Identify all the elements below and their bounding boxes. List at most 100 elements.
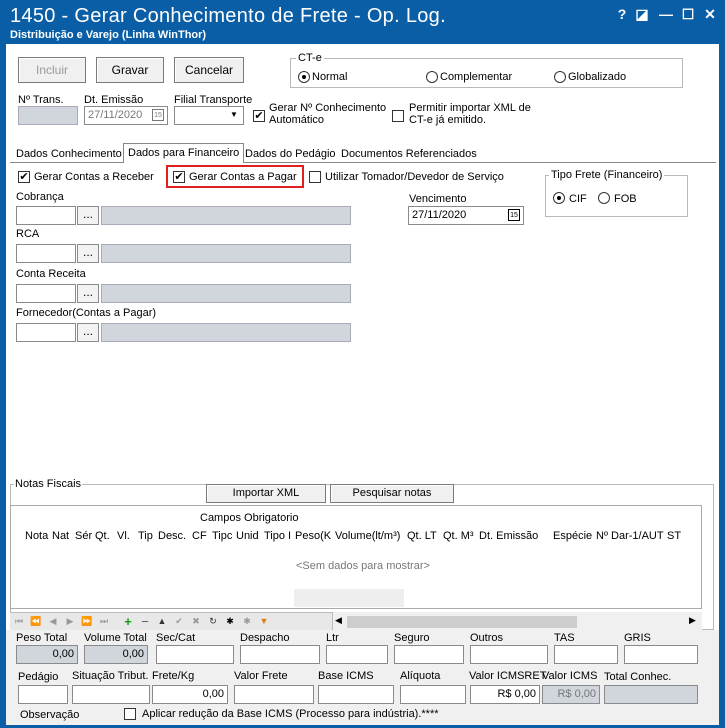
refresh-icon[interactable]: ↻ <box>206 615 220 628</box>
cte-normal-radio[interactable] <box>298 71 310 83</box>
col-qt-lt[interactable]: Qt. LT <box>407 530 437 542</box>
check-icon[interactable]: ✔ <box>172 615 186 628</box>
pedagio-field[interactable] <box>18 685 68 704</box>
cancel-icon[interactable]: ✖ <box>189 615 203 628</box>
nav-prev-page-icon[interactable]: ⏪ <box>29 615 43 628</box>
col-ser[interactable]: Sér <box>75 530 92 542</box>
col-tipc[interactable]: Tipc <box>212 530 232 542</box>
col-vl[interactable]: Vl. <box>117 530 130 542</box>
nav-prev-icon[interactable]: ◀ <box>46 615 60 628</box>
tab-dados-pedagio[interactable]: Dados do Pedágio <box>241 145 340 163</box>
tas-field[interactable] <box>554 645 618 664</box>
tipo-frete-label: Tipo Frete (Financeiro) <box>549 169 665 181</box>
col-unid[interactable]: Unid <box>236 530 259 542</box>
close-button[interactable]: ✕ <box>700 5 720 23</box>
col-nat[interactable]: Nat <box>52 530 69 542</box>
title-bar[interactable]: 1450 - Gerar Conhecimento de Frete - Op.… <box>0 0 725 44</box>
outros-field[interactable] <box>470 645 548 664</box>
nav-last-icon[interactable]: ⏭ <box>97 615 111 628</box>
incluir-button[interactable]: Incluir <box>18 57 86 83</box>
tab-documentos-referenciados[interactable]: Documentos Referenciados <box>337 145 481 163</box>
gravar-button[interactable]: Gravar <box>96 57 164 83</box>
col-especie[interactable]: Espécie <box>553 530 592 542</box>
frete-kg-field[interactable]: 0,00 <box>152 685 228 704</box>
calendar-icon[interactable]: 15 <box>508 209 520 221</box>
permitir-xml-checkbox[interactable] <box>392 110 404 122</box>
fornecedor-search-button[interactable]: ... <box>77 323 99 342</box>
scroll-thumb[interactable] <box>347 616 577 628</box>
rca-code-field[interactable] <box>16 244 76 263</box>
despacho-field[interactable] <box>240 645 320 664</box>
minimize-button[interactable]: — <box>656 5 676 23</box>
gerar-receber-checkbox[interactable]: ✔ <box>18 171 30 183</box>
sec-cat-field[interactable] <box>156 645 234 664</box>
cobranca-search-button[interactable]: ... <box>77 206 99 225</box>
base-icms-field[interactable] <box>318 685 394 704</box>
peso-total-field: 0,00 <box>16 645 78 664</box>
aplicar-reducao-checkbox[interactable] <box>124 708 136 720</box>
col-tipo[interactable]: Tipo I <box>264 530 291 542</box>
scroll-left-icon[interactable]: ◀ <box>335 615 342 626</box>
col-qt[interactable]: Qt. <box>95 530 110 542</box>
pesquisar-notas-button[interactable]: Pesquisar notas <box>330 484 454 503</box>
help-icon[interactable]: ? <box>612 5 632 23</box>
conta-receita-code-field[interactable] <box>16 284 76 303</box>
ltr-field[interactable] <box>326 645 388 664</box>
vencimento-label: Vencimento <box>409 193 467 205</box>
gerar-numero-label: Gerar Nº Conhecimento Automático <box>269 102 387 126</box>
nav-next-icon[interactable]: ▶ <box>63 615 77 628</box>
col-dt-emissao[interactable]: Dt. Emissão <box>479 530 538 542</box>
scroll-right-icon[interactable]: ▶ <box>689 615 696 626</box>
nav-first-icon[interactable]: ⏮ <box>12 615 26 628</box>
valor-frete-field[interactable] <box>234 685 314 704</box>
maximize-button[interactable]: ☐ <box>678 5 698 23</box>
cancelar-button[interactable]: Cancelar <box>174 57 244 83</box>
vencimento-field[interactable]: 27/11/2020 <box>408 206 524 225</box>
remove-icon[interactable]: − <box>138 615 152 628</box>
restore-icon[interactable]: ◪ <box>632 5 652 23</box>
calendar-icon[interactable]: 15 <box>152 109 164 121</box>
add-icon[interactable]: + <box>121 615 135 628</box>
gris-field[interactable] <box>624 645 698 664</box>
tab-dados-financeiro[interactable]: Dados para Financeiro <box>123 143 245 163</box>
col-qt-m3[interactable]: Qt. M³ <box>443 530 474 542</box>
asterisk-disabled-icon[interactable]: ✱ <box>240 615 254 628</box>
campos-obrigatorio-label: Campos Obrigatorio <box>200 512 299 524</box>
client-area: Incluir Gravar Cancelar CT-e Normal Comp… <box>6 44 719 725</box>
col-tip[interactable]: Tip <box>138 530 153 542</box>
situacao-field[interactable] <box>72 685 150 704</box>
fornecedor-code-field[interactable] <box>16 323 76 342</box>
seguro-field[interactable] <box>394 645 464 664</box>
tab-dados-conhecimento[interactable]: Dados Conhecimento <box>12 145 126 163</box>
cte-complementar-label: Complementar <box>440 71 513 83</box>
pedagio-label: Pedágio <box>18 671 59 683</box>
cte-globalizado-radio[interactable] <box>554 71 566 83</box>
aliquota-field[interactable] <box>400 685 466 704</box>
cif-radio[interactable] <box>553 192 565 204</box>
conta-receita-search-button[interactable]: ... <box>77 284 99 303</box>
gerar-numero-checkbox[interactable]: ✔ <box>253 110 265 122</box>
filter-icon[interactable]: ▼ <box>257 615 271 628</box>
chevron-down-icon[interactable]: ▼ <box>230 110 238 119</box>
utilizar-tomador-checkbox[interactable] <box>309 171 321 183</box>
gerar-pagar-checkbox[interactable]: ✔ <box>173 171 185 183</box>
col-dar[interactable]: Nº Dar-1/AUT <box>596 530 664 542</box>
cte-complementar-radio[interactable] <box>426 71 438 83</box>
col-volume[interactable]: Volume(lt/m³) <box>335 530 400 542</box>
ntrans-field[interactable] <box>18 106 78 125</box>
rca-search-button[interactable]: ... <box>77 244 99 263</box>
col-st[interactable]: ST <box>667 530 681 542</box>
cobranca-code-field[interactable] <box>16 206 76 225</box>
volume-total-label: Volume Total <box>84 632 147 644</box>
col-peso[interactable]: Peso(K <box>295 530 331 542</box>
nav-next-page-icon[interactable]: ⏩ <box>80 615 94 628</box>
col-cf[interactable]: CF <box>192 530 207 542</box>
asterisk-icon[interactable]: ✱ <box>223 615 237 628</box>
col-desc[interactable]: Desc. <box>158 530 186 542</box>
col-nota[interactable]: Nota <box>25 530 48 542</box>
aplicar-reducao-label: Aplicar redução da Base ICMS (Processo p… <box>142 708 439 720</box>
valor-icmsret-field[interactable]: R$ 0,00 <box>470 685 540 704</box>
importar-xml-button[interactable]: Importar XML <box>206 484 326 503</box>
up-icon[interactable]: ▲ <box>155 615 169 628</box>
fob-radio[interactable] <box>598 192 610 204</box>
